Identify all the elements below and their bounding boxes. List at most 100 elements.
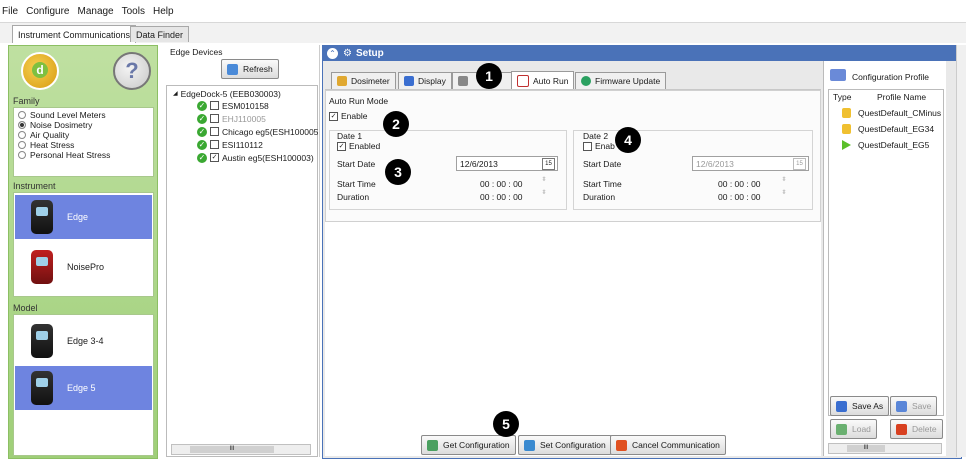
spinner-icon[interactable]: ⇳ — [781, 190, 787, 202]
family-option[interactable]: Heat Stress — [18, 140, 153, 150]
help-icon[interactable]: ? — [113, 52, 151, 90]
tab-firmware-update[interactable]: Firmware Update — [575, 72, 667, 90]
noisepro-device-icon — [31, 250, 53, 284]
date1-start-time-value[interactable]: 00 : 00 : 00 — [480, 179, 523, 189]
device-checkbox[interactable]: ✓ — [210, 153, 219, 162]
profile-scrollbar[interactable]: III — [828, 443, 942, 454]
profile-row[interactable]: QuestDefault_EG5 — [829, 138, 929, 151]
gear-icon: ⚙ — [343, 48, 352, 59]
date1-enabled-checkbox[interactable]: ✓ Enabled — [337, 141, 380, 151]
family-option[interactable]: Personal Heat Stress — [18, 150, 153, 160]
device-checkbox[interactable] — [210, 101, 219, 110]
profile-row[interactable]: QuestDefault_CMinus — [829, 106, 941, 119]
tab-dosimeter[interactable]: Dosimeter — [331, 72, 396, 90]
set-configuration-button[interactable]: Set Configuration — [518, 435, 612, 455]
menu-manage[interactable]: Manage — [77, 6, 113, 17]
instrument-tile-edge[interactable]: Edge — [15, 195, 152, 239]
menu-bar: File Configure Manage Tools Help — [0, 0, 966, 23]
tab-auto-run[interactable]: Auto Run — [511, 71, 575, 90]
save-button[interactable]: Save — [890, 396, 938, 416]
get-config-icon — [427, 439, 438, 451]
auto-run-mode-label: Auto Run Mode — [329, 96, 389, 106]
model-tile-edge-3-4[interactable]: Edge 3-4 — [15, 319, 152, 363]
auto-run-content: Auto Run Mode ✓ Enable Date 1 ✓ Enabled St… — [325, 89, 821, 456]
delete-button[interactable]: Delete — [890, 419, 943, 439]
family-option[interactable]: Sound Level Meters — [18, 110, 153, 120]
calendar-picker-icon[interactable]: 15 — [542, 158, 555, 170]
model-tile-edge-5[interactable]: Edge 5 — [15, 366, 152, 410]
spinner-icon[interactable]: ⇳ — [541, 177, 547, 189]
dock-node[interactable]: ◢ EdgeDock-5 (EEB030003) — [173, 88, 281, 99]
connected-icon: ✓ — [197, 152, 207, 163]
device-node[interactable]: ✓ ✓ Austin eg5(ESH100003) — [197, 152, 314, 163]
cancel-communication-button[interactable]: Cancel Communication — [610, 435, 726, 455]
profile-row[interactable]: QuestDefault_EG34 — [829, 122, 934, 135]
model-title: Model — [13, 303, 38, 313]
date2-duration-value[interactable]: 00 : 00 : 00 — [718, 192, 761, 202]
column-type[interactable]: Type — [833, 92, 851, 102]
family-option[interactable]: Noise Dosimetry — [18, 120, 153, 130]
tab-icon — [458, 76, 468, 86]
menu-configure[interactable]: Configure — [26, 6, 69, 17]
load-button[interactable]: Load — [830, 419, 877, 439]
refresh-icon — [227, 63, 238, 75]
collapse-icon[interactable]: ⌃ — [327, 48, 338, 59]
connected-icon: ✓ — [197, 100, 207, 111]
date2-start-time-label: Start Time — [583, 179, 622, 189]
tab-instrument-communications[interactable]: Instrument Communications — [12, 25, 137, 43]
callout-3: 3 — [385, 159, 411, 185]
menu-tools[interactable]: Tools — [122, 6, 145, 17]
spinner-icon[interactable]: ⇳ — [781, 177, 787, 189]
family-option[interactable]: Air Quality — [18, 130, 153, 140]
profile-icon — [830, 69, 846, 81]
date1-duration-value[interactable]: 00 : 00 : 00 — [480, 192, 523, 202]
family-title: Family — [13, 96, 40, 106]
column-profile-name[interactable]: Profile Name — [877, 92, 926, 102]
spinner-icon[interactable]: ⇳ — [541, 190, 547, 202]
tab-display[interactable]: Display — [398, 72, 452, 90]
get-configuration-button[interactable]: Get Configuration — [421, 435, 516, 455]
save-as-button[interactable]: Save As — [830, 396, 890, 416]
device-tree-scrollbar[interactable]: III — [171, 444, 311, 455]
date2-duration-label: Duration — [583, 192, 616, 202]
instrument-group: Edge NoisePro — [13, 192, 154, 297]
left-panel: d ? Family Sound Level Meters Noise Dosi… — [8, 45, 158, 459]
connected-icon: ✓ — [197, 113, 207, 124]
menu-file[interactable]: File — [2, 6, 18, 17]
save-icon — [896, 400, 907, 412]
app-logo: d — [21, 52, 59, 90]
instrument-title: Instrument — [13, 181, 56, 191]
date2-title: Date 2 — [583, 131, 609, 141]
callout-2: 2 — [383, 111, 409, 137]
model-group: Edge 3-4 Edge 5 — [13, 314, 154, 456]
profile-list: Type Profile Name QuestDefault_CMinus Qu… — [828, 89, 944, 416]
lock-icon — [842, 123, 851, 134]
refresh-button[interactable]: Refresh — [221, 59, 279, 79]
callout-5: 5 — [493, 411, 519, 437]
device-node[interactable]: ✓ Chicago eg5(ESH100005 — [197, 126, 318, 137]
device-node[interactable]: ✓ ESI110112 — [197, 139, 263, 150]
device-checkbox[interactable] — [210, 114, 219, 123]
scroll-thumb[interactable]: III — [190, 446, 274, 453]
date1-title: Date 1 — [337, 131, 363, 141]
scroll-thumb[interactable]: III — [847, 445, 885, 452]
calendar-picker-icon[interactable]: 15 — [793, 158, 806, 170]
date2-start-time-value[interactable]: 00 : 00 : 00 — [718, 179, 761, 189]
menu-help[interactable]: Help — [153, 6, 174, 17]
date2-start-date-input[interactable]: 12/6/2013 15 — [692, 156, 809, 171]
tab-data-finder[interactable]: Data Finder — [130, 26, 190, 42]
delete-icon — [896, 423, 907, 435]
window-scrollbar[interactable] — [956, 45, 966, 457]
instrument-tile-noisepro[interactable]: NoisePro — [15, 245, 152, 289]
device-node[interactable]: ✓ ESM010158 — [197, 100, 269, 111]
device-checkbox[interactable] — [210, 140, 219, 149]
date2-enabled-checkbox[interactable]: Enab — [583, 141, 615, 151]
device-node[interactable]: ✓ EHJ110005 — [197, 113, 266, 124]
date1-start-date-input[interactable]: 12/6/2013 15 — [456, 156, 558, 171]
device-tree: ◢ EdgeDock-5 (EEB030003) ✓ ESM010158 ✓ EHJ1… — [166, 85, 318, 457]
enable-checkbox[interactable]: ✓ Enable — [329, 111, 367, 121]
cancel-icon — [616, 439, 627, 451]
main-tab-strip: Instrument Communications Data Finder — [0, 23, 966, 43]
dosimeter-icon — [337, 76, 347, 86]
device-checkbox[interactable] — [210, 127, 219, 136]
